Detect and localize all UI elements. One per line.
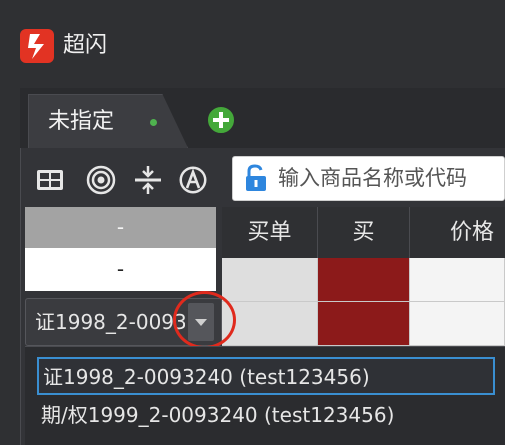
column-header-buy[interactable]: 买 <box>318 207 410 258</box>
tab-status-dot <box>150 119 157 126</box>
price-cell[interactable] <box>410 302 505 346</box>
tab-label: 未指定 <box>48 109 115 134</box>
buy-cell[interactable] <box>318 302 410 346</box>
app-title: 超闪 <box>63 33 108 58</box>
account-select-value: 证1998_2-0093240 (test123456) <box>35 310 185 334</box>
selector-header[interactable]: - <box>25 207 216 248</box>
selector-value[interactable]: - <box>25 248 216 291</box>
highlight-annotation-circle <box>173 291 236 349</box>
account-option-selected[interactable]: 证1998_2-0093240 (test123456) <box>37 357 495 395</box>
search-input[interactable] <box>278 158 505 198</box>
split-icon[interactable] <box>132 164 164 196</box>
column-header-buy-orders[interactable]: 买单 <box>222 207 318 258</box>
add-tab-button[interactable] <box>206 105 236 135</box>
order-cell[interactable] <box>222 258 318 302</box>
app-logo <box>20 29 54 63</box>
account-option[interactable]: 期/权1999_2-0093240 (test123456) <box>37 397 495 435</box>
column-header-price[interactable]: 价格 <box>410 207 505 258</box>
target-icon[interactable] <box>85 164 117 196</box>
circle-a-icon[interactable] <box>177 164 209 196</box>
buy-cell[interactable] <box>318 258 410 302</box>
order-cell[interactable] <box>222 302 318 346</box>
lock-icon[interactable] <box>241 163 271 193</box>
price-cell[interactable] <box>410 258 505 302</box>
grid-icon[interactable] <box>34 164 66 196</box>
